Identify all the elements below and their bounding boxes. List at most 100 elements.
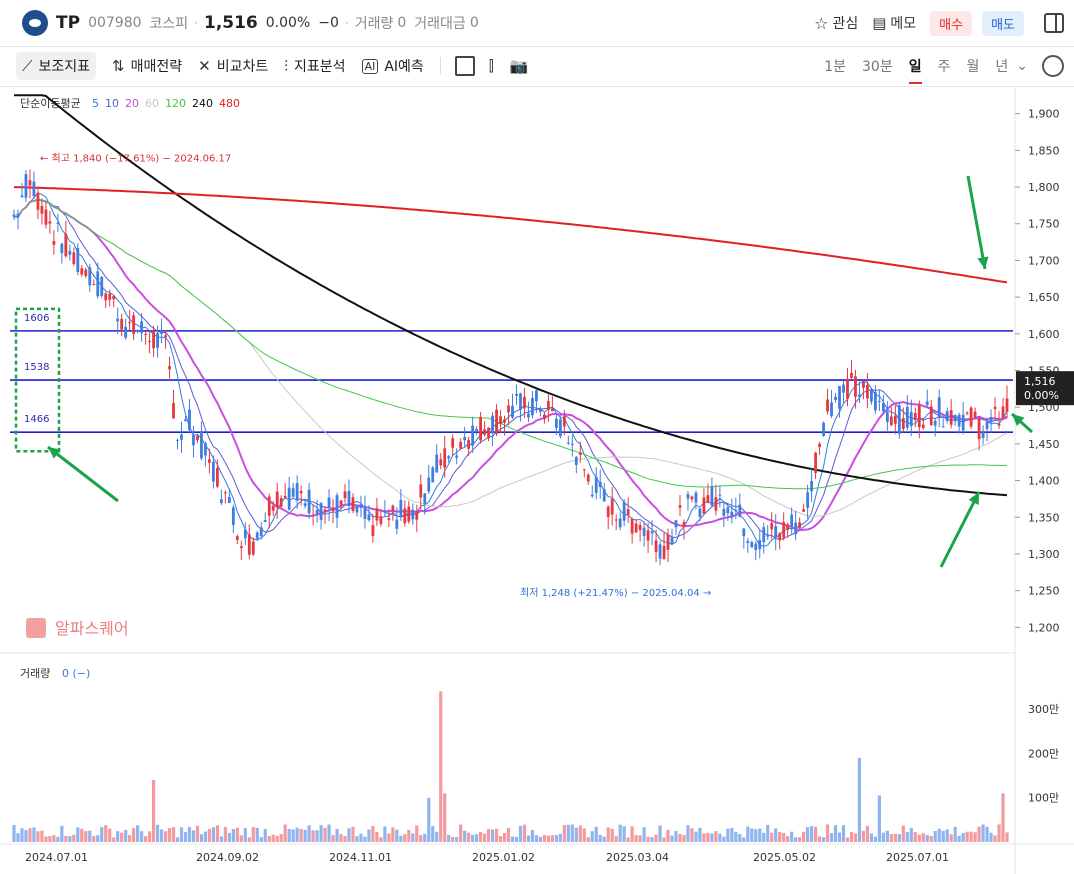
candle-body	[730, 511, 734, 518]
green-arrow-head	[977, 256, 989, 269]
candle-body	[917, 405, 921, 428]
indicator-analysis-button[interactable]: ⫶ 지표분석	[284, 56, 345, 76]
watchlist-button[interactable]: ☆ 관심	[814, 13, 858, 33]
candle-body	[435, 454, 439, 473]
x-tick-label: 2025.01.02	[472, 851, 535, 864]
strategy-button[interactable]: ⇅ 매매전략	[112, 56, 182, 76]
candle-body	[610, 498, 614, 515]
ma-legend-period: 5	[92, 97, 99, 110]
compare-chart-button[interactable]: ✕ 비교차트	[198, 56, 268, 76]
volume-bar	[905, 832, 909, 842]
volume-bar	[299, 828, 303, 842]
candle-body	[295, 483, 299, 501]
memo-button[interactable]: ▤ 메모	[872, 13, 916, 33]
volume-bar	[889, 834, 893, 842]
volume-bar	[379, 837, 383, 842]
gear-icon[interactable]	[1042, 55, 1064, 77]
candle-body	[646, 530, 650, 541]
candle-body	[475, 429, 479, 432]
candle-type-icon[interactable]: ⫿	[489, 57, 494, 75]
y-tick-label: 1,900	[1028, 108, 1060, 121]
indicator-icon: ⟋	[22, 57, 33, 75]
volume-bar	[794, 837, 798, 842]
period-week[interactable]: 주	[938, 56, 951, 76]
volume-bar	[558, 833, 562, 842]
candle-body	[993, 406, 997, 409]
volume-bar	[112, 837, 116, 842]
candle-body	[826, 399, 829, 412]
candle-body	[973, 411, 977, 419]
candle-body	[176, 439, 179, 441]
volume-bar	[331, 835, 335, 842]
candle-body	[870, 389, 873, 402]
y-tick-label: 1,850	[1028, 144, 1060, 157]
candle-body	[802, 509, 806, 512]
y-tick-label: 1,350	[1028, 511, 1060, 524]
camera-icon[interactable]: 📷	[510, 57, 529, 75]
candle-body	[259, 527, 263, 536]
volume-bar	[395, 829, 399, 842]
buy-button[interactable]: 매수	[930, 10, 973, 36]
chevron-down-icon[interactable]: ⌄	[1016, 58, 1028, 74]
candle-body	[403, 508, 407, 524]
current-price: 1,516	[203, 13, 258, 33]
candle-body	[702, 497, 706, 514]
candle-body	[339, 500, 343, 506]
volume-bar	[339, 834, 343, 842]
volume-bar	[291, 829, 295, 842]
volume-bar	[383, 826, 387, 842]
volume-bar	[128, 835, 132, 842]
candle-body	[351, 497, 355, 512]
candle-body	[443, 448, 447, 468]
volume-bar	[726, 828, 730, 842]
period-year[interactable]: 년	[995, 56, 1008, 76]
level-label: 1538	[24, 362, 49, 373]
volume-bar	[810, 826, 814, 842]
volume-panel-label: 거래량	[20, 667, 50, 680]
volume-bar	[459, 824, 463, 842]
candle-body	[550, 408, 554, 412]
ai-forecast-button[interactable]: AI AI예측	[361, 56, 424, 76]
candle-body	[483, 429, 486, 435]
stock-chart[interactable]: 1,9001,8501,8001,7501,7001,6501,6001,550…	[0, 87, 1074, 874]
volume-bar	[1001, 793, 1005, 842]
volume-bar	[806, 827, 810, 842]
candle-body	[24, 174, 28, 198]
side-panel-toggle-icon[interactable]	[1044, 13, 1064, 33]
period-day[interactable]: 일	[908, 56, 922, 84]
volume-bar	[602, 836, 606, 842]
candle-body	[937, 397, 941, 418]
period-1min[interactable]: 1분	[824, 56, 846, 76]
candle-body	[594, 476, 598, 493]
volume-bar	[710, 833, 714, 842]
candle-body	[363, 505, 367, 519]
volume-bar	[108, 828, 112, 842]
candle-body	[586, 474, 590, 482]
indicators-button[interactable]: ⟋ 보조지표	[16, 52, 97, 80]
candle-body	[136, 330, 140, 332]
candle-body	[957, 414, 961, 427]
sell-button[interactable]: 매도	[982, 10, 1024, 36]
candle-body	[866, 385, 869, 399]
volume-bar	[829, 833, 834, 842]
square-tool-icon[interactable]	[454, 56, 475, 76]
volume-bar	[490, 829, 495, 842]
candle-body	[642, 527, 646, 536]
candle-body	[726, 507, 730, 514]
candle-body	[1001, 406, 1005, 418]
candle-body	[28, 180, 32, 186]
candle-body	[913, 413, 917, 420]
candle-body	[862, 381, 865, 388]
period-30min[interactable]: 30분	[862, 56, 893, 76]
period-month[interactable]: 월	[966, 56, 979, 76]
volume-bar	[626, 837, 630, 842]
candle-body	[535, 390, 538, 402]
memo-label: 메모	[890, 16, 917, 32]
volume-bar	[758, 828, 762, 842]
volume-bar	[351, 826, 355, 842]
high-annotation: ← 최고 1,840 (−17.61%) − 2024.06.17	[40, 153, 231, 165]
candle-body	[299, 491, 303, 494]
candle-body	[355, 506, 359, 513]
candle-body	[343, 491, 347, 499]
green-arrow-shaft	[966, 175, 987, 270]
